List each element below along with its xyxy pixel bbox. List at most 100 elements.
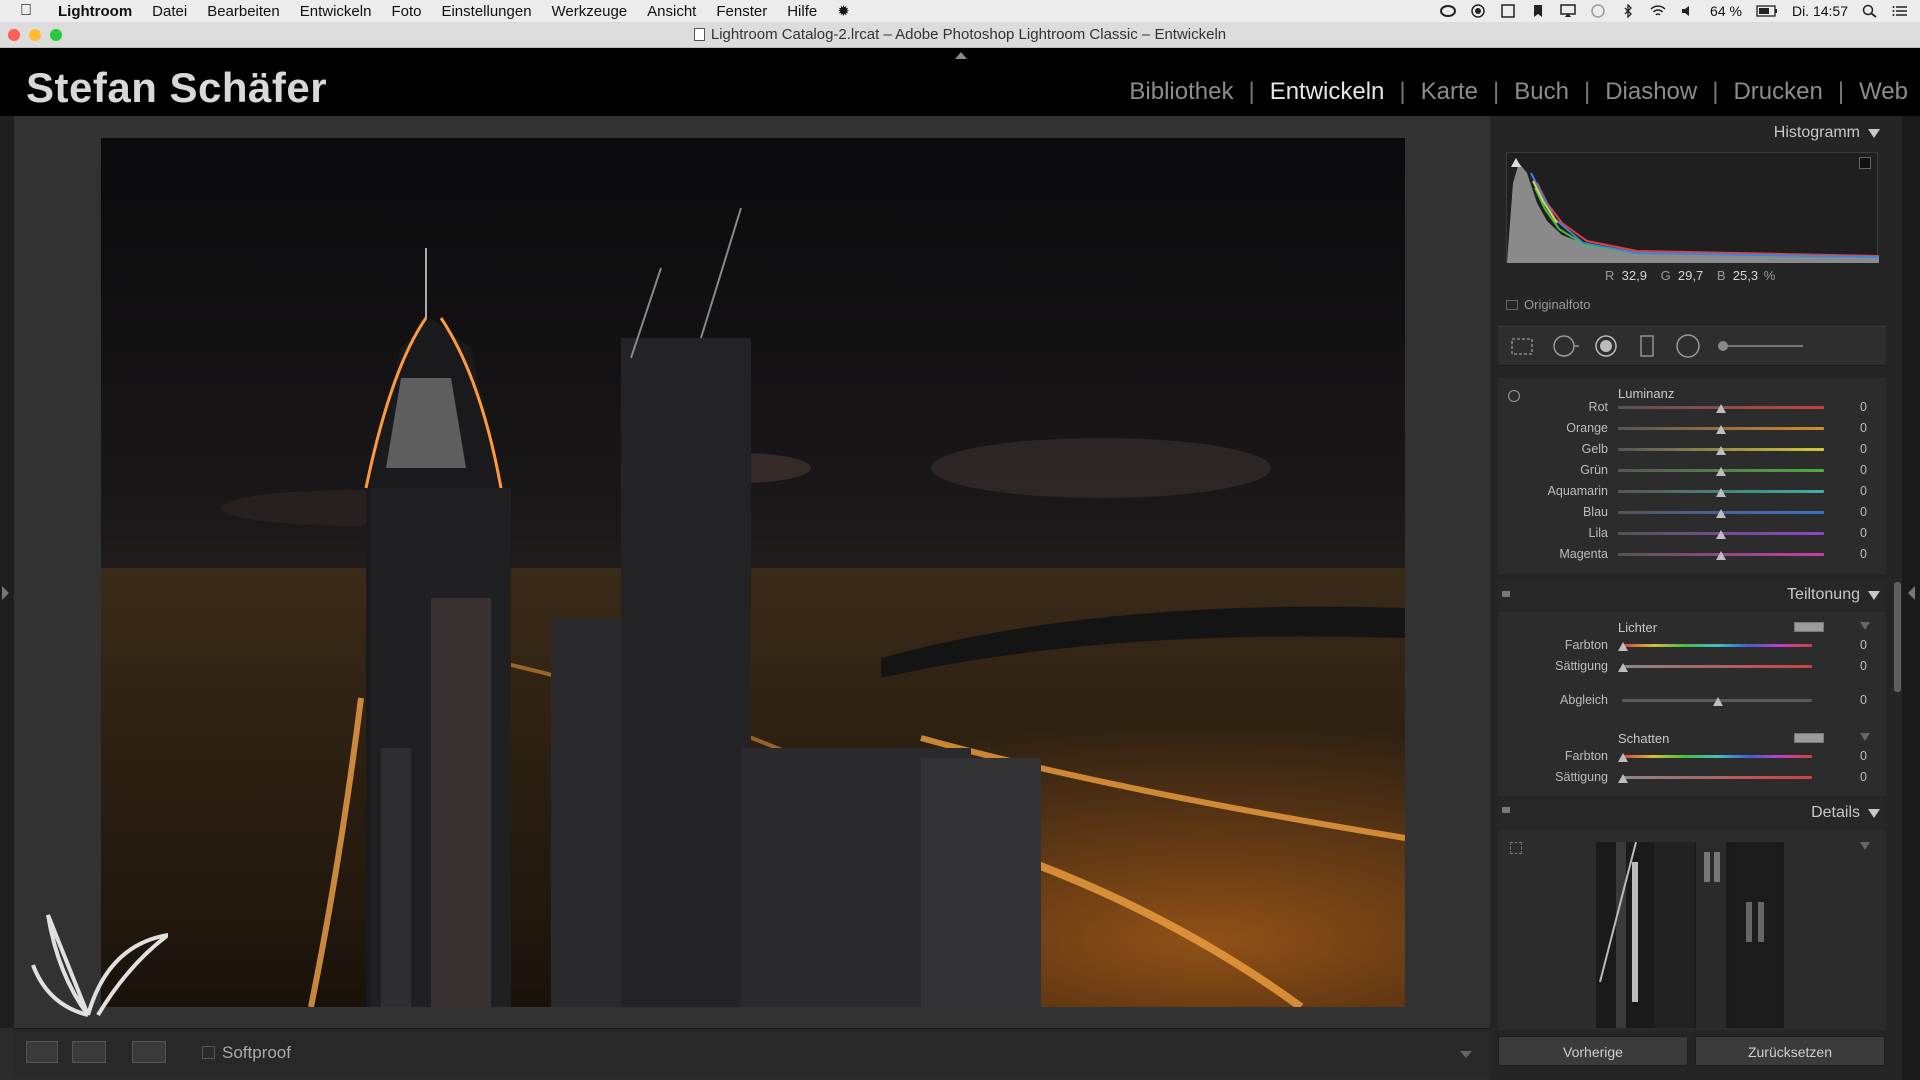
close-window-button[interactable] — [8, 29, 20, 41]
menu-fenster[interactable]: Fenster — [716, 3, 767, 20]
highlights-picker-icon[interactable] — [1860, 622, 1870, 630]
record-icon[interactable] — [1470, 4, 1486, 18]
spot-removal-icon[interactable] — [1553, 335, 1579, 357]
slider-value[interactable]: 0 — [1860, 693, 1867, 707]
split-toning-header[interactable]: Teiltonung — [1787, 586, 1880, 604]
slider-thumb[interactable] — [1716, 404, 1726, 413]
module-diashow[interactable]: Diashow — [1590, 78, 1712, 106]
slider-value[interactable]: 0 — [1860, 421, 1867, 435]
expand-left-panel-icon[interactable] — [2, 586, 9, 600]
slider-thumb[interactable] — [1716, 509, 1726, 518]
slider-value[interactable]: 0 — [1860, 770, 1867, 784]
slider-thumb[interactable] — [1716, 446, 1726, 455]
slider-thumb[interactable] — [1713, 697, 1723, 706]
slider-track[interactable] — [1622, 665, 1812, 668]
details-preview-menu-icon[interactable] — [1860, 842, 1870, 850]
detail-preview[interactable] — [1596, 842, 1784, 1028]
notification-center-icon[interactable] — [1892, 4, 1908, 18]
adjustment-brush-icon[interactable] — [1718, 341, 1803, 351]
original-photo-toggle[interactable]: Originalfoto — [1506, 297, 1590, 312]
graduated-filter-icon[interactable] — [1640, 335, 1654, 357]
creative-cloud-icon[interactable] — [1440, 4, 1457, 18]
app-icon[interactable] — [1500, 4, 1516, 18]
collapse-icon[interactable] — [1868, 590, 1880, 600]
highlights-color-swatch[interactable] — [1794, 622, 1824, 632]
slider-thumb[interactable] — [1716, 530, 1726, 539]
histogram[interactable] — [1506, 152, 1880, 263]
right-panel-edge[interactable] — [1902, 116, 1920, 1080]
menu-einstellungen[interactable]: Einstellungen — [441, 3, 531, 20]
shadows-picker-icon[interactable] — [1860, 733, 1870, 741]
before-after-button[interactable] — [72, 1041, 106, 1063]
menu-bearbeiten[interactable]: Bearbeiten — [207, 3, 280, 20]
main-photo[interactable] — [101, 138, 1405, 1007]
menu-ansicht[interactable]: Ansicht — [647, 3, 696, 20]
crop-tool-icon[interactable] — [1511, 338, 1533, 355]
loupe-view-button[interactable] — [26, 1041, 58, 1063]
slider-value[interactable]: 0 — [1860, 400, 1867, 414]
radial-filter-icon[interactable] — [1676, 334, 1700, 358]
details-header[interactable]: Details — [1811, 804, 1880, 822]
battery-icon[interactable] — [1756, 4, 1778, 18]
menu-hilfe[interactable]: Hilfe — [787, 3, 817, 20]
collapse-icon[interactable] — [1868, 128, 1880, 138]
slider-thumb[interactable] — [1618, 663, 1628, 672]
original-photo-checkbox[interactable] — [1506, 299, 1518, 310]
menu-entwickeln[interactable]: Entwickeln — [300, 3, 372, 20]
script-icon[interactable]: ✹ — [837, 2, 850, 20]
module-karte[interactable]: Karte — [1406, 78, 1493, 106]
yy-compare-button[interactable] — [132, 1041, 166, 1063]
module-drucken[interactable]: Drucken — [1718, 78, 1837, 106]
menu-lightroom[interactable]: Lightroom — [58, 3, 132, 20]
right-panel-scrollbar[interactable] — [1894, 582, 1901, 692]
slider-track[interactable] — [1622, 776, 1812, 779]
previous-button[interactable]: Vorherige — [1498, 1036, 1688, 1066]
slider-value[interactable]: 0 — [1860, 505, 1867, 519]
slider-thumb[interactable] — [1716, 488, 1726, 497]
airplay-icon[interactable] — [1560, 4, 1576, 18]
bluetooth-icon[interactable] — [1620, 3, 1636, 19]
slider-thumb[interactable] — [1716, 467, 1726, 476]
apple-icon[interactable]:  — [20, 2, 38, 20]
slider-thumb[interactable] — [1618, 642, 1628, 651]
slider-value[interactable]: 0 — [1860, 638, 1867, 652]
panel-switch-icon[interactable] — [1502, 591, 1510, 597]
slider-value[interactable]: 0 — [1860, 749, 1867, 763]
panel-switch-icon[interactable] — [1502, 807, 1510, 813]
slider-track[interactable] — [1622, 755, 1812, 758]
bookmark-icon[interactable] — [1530, 4, 1546, 18]
slider-value[interactable]: 0 — [1860, 442, 1867, 456]
collapse-icon[interactable] — [1868, 808, 1880, 818]
histogram-header[interactable]: Histogramm — [1774, 124, 1880, 142]
wifi-icon[interactable] — [1650, 4, 1666, 18]
softproof-checkbox[interactable] — [202, 1046, 215, 1059]
menu-datei[interactable]: Datei — [152, 3, 187, 20]
highlight-clipping-icon[interactable] — [1859, 157, 1871, 169]
slider-value[interactable]: 0 — [1860, 463, 1867, 477]
reset-button[interactable]: Zurücksetzen — [1695, 1036, 1885, 1066]
slider-value[interactable]: 0 — [1860, 484, 1867, 498]
shadow-clipping-icon[interactable] — [1511, 157, 1521, 167]
module-bibliothek[interactable]: Bibliothek — [1114, 78, 1248, 106]
slider-thumb[interactable] — [1618, 774, 1628, 783]
menu-werkzeuge[interactable]: Werkzeuge — [552, 3, 628, 20]
slider-value[interactable]: 0 — [1860, 547, 1867, 561]
shadows-color-swatch[interactable] — [1794, 733, 1824, 743]
zoom-window-button[interactable] — [50, 29, 62, 41]
minimize-window-button[interactable] — [29, 29, 41, 41]
slider-track[interactable] — [1622, 644, 1812, 647]
time-machine-icon[interactable] — [1590, 4, 1606, 18]
left-panel-collapsed[interactable] — [0, 116, 14, 1028]
module-buch[interactable]: Buch — [1499, 78, 1584, 106]
toolbar-options-icon[interactable] — [1460, 1051, 1472, 1058]
slider-thumb[interactable] — [1716, 551, 1726, 560]
volume-icon[interactable] — [1680, 4, 1696, 18]
menu-foto[interactable]: Foto — [391, 3, 421, 20]
spotlight-search-icon[interactable] — [1862, 4, 1878, 18]
slider-thumb[interactable] — [1618, 753, 1628, 762]
module-web[interactable]: Web — [1844, 78, 1908, 106]
collapse-right-panel-icon[interactable] — [1908, 586, 1915, 600]
details-target-icon[interactable] — [1510, 842, 1522, 854]
slider-value[interactable]: 0 — [1860, 659, 1867, 673]
top-panel-toggle-icon[interactable] — [955, 52, 967, 59]
